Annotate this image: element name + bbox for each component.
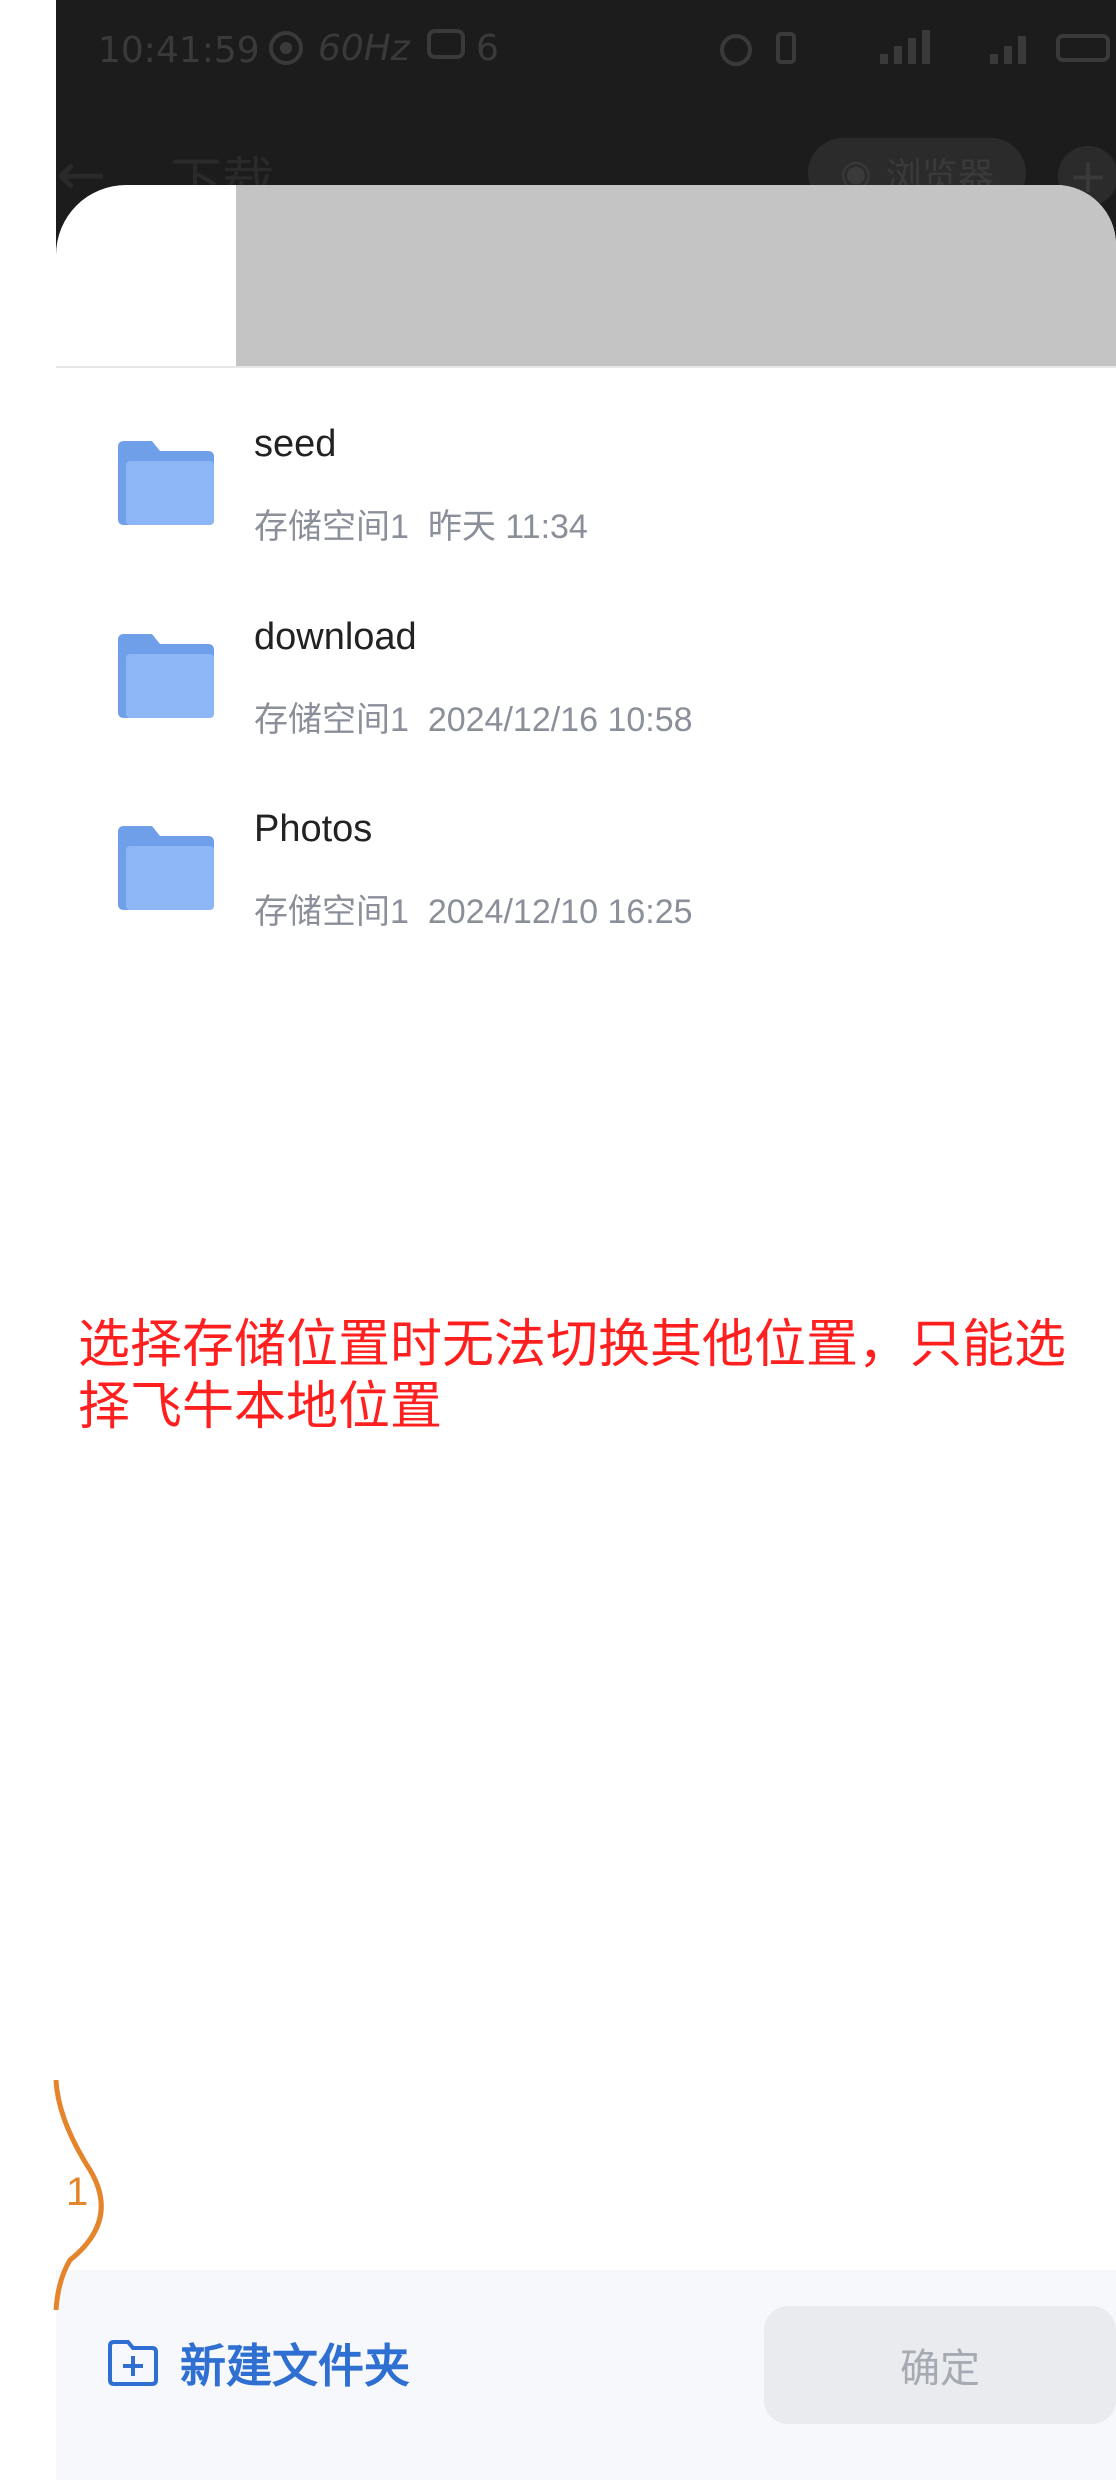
folder-name: Photos [254,808,373,850]
battery-icon [1056,28,1116,68]
folder-meta: 存储空间1 2024/12/16 10:58 [254,692,693,741]
edge-handle-label: 1 [66,2170,89,2214]
folder-icon [118,826,214,910]
folder-name: seed [254,423,337,465]
folder-row-photos[interactable]: Photos 存储空间1 2024/12/10 16:25 [56,782,1116,962]
left-edge-strip [0,0,56,2480]
folder-storage: 存储空间1 [254,893,409,931]
new-folder-label: 新建文件夹 [180,2339,410,2393]
new-folder-button[interactable]: 新建文件夹 [106,2330,410,2396]
refresh-rate: 60Hz [318,28,410,69]
folder-modified: 2024/12/16 10:58 [427,701,693,739]
new-folder-icon [108,2340,158,2386]
folder-modified: 昨天 11:34 [427,508,588,546]
folder-modified: 2024/12/10 16:25 [427,893,693,931]
edge-drawer-handle[interactable] [50,2080,130,2310]
notification-count: 6 [476,28,499,69]
folder-storage: 存储空间1 [254,701,409,739]
folder-row-download[interactable]: download 存储空间1 2024/12/16 10:58 [56,590,1116,770]
message-icon [426,28,466,64]
aperture-icon [266,28,306,68]
folder-meta: 存储空间1 2024/12/10 16:25 [254,884,693,933]
signal-icon-1 [876,28,936,68]
sheet-header-redacted [236,185,1116,367]
sheet-divider [56,366,1116,368]
bottom-action-bar: 新建文件夹 确定 [56,2270,1116,2480]
folder-storage: 存储空间1 [254,508,409,546]
folder-icon [118,441,214,525]
folder-icon [118,634,214,718]
status-time: 10:41:59 [98,30,260,71]
alarm-icon [716,28,756,68]
folder-name: download [254,616,417,658]
confirm-button[interactable]: 确定 [764,2306,1116,2424]
folder-row-seed[interactable]: seed 存储空间1 昨天 11:34 [56,397,1116,577]
signal-icon-2 [986,28,1036,68]
annotation-text: 选择存储位置时无法切换其他位置，只能选择飞牛本地位置 [78,1315,1067,1437]
status-bar: 10:41:59 60Hz 6 [56,0,1116,100]
folder-meta: 存储空间1 昨天 11:34 [254,499,588,548]
vibrate-icon [766,28,806,68]
